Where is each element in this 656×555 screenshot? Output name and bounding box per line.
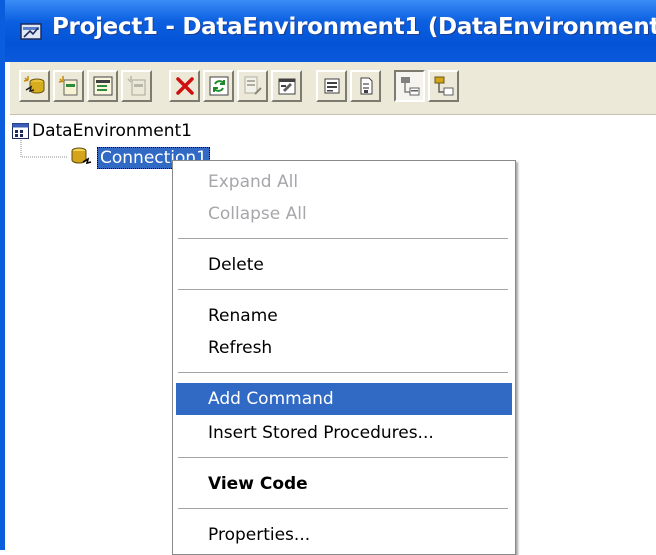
add-command-icon: [58, 76, 77, 96]
menu-item-label: Collapse All: [208, 204, 307, 224]
title-bar[interactable]: Project1 - DataEnvironment1 (DataEnviron…: [5, 0, 656, 62]
window-title: Project1 - DataEnvironment1 (DataEnviron…: [52, 14, 656, 40]
arrange-by-objects-button[interactable]: [428, 70, 459, 102]
insert-stored-procedures-button[interactable]: [87, 70, 118, 102]
design-icon: [244, 76, 262, 95]
add-command-button[interactable]: [53, 70, 84, 102]
menu-separator: [178, 508, 508, 509]
add-child-command-icon: [126, 76, 145, 96]
menu-item-label: Insert Stored Procedures...: [208, 423, 434, 443]
refresh-button[interactable]: [203, 70, 234, 102]
menu-item-properties[interactable]: Properties...: [176, 519, 512, 551]
menu-item-expand-all[interactable]: Expand All: [176, 166, 512, 198]
menu-item-label: Add Command: [208, 389, 334, 409]
menu-item-add-command[interactable]: Add Command: [176, 383, 512, 415]
arrange-connections-icon: [400, 77, 419, 96]
menu-separator: [178, 372, 508, 373]
menu-item-label: Properties...: [208, 525, 311, 545]
properties-button[interactable]: [271, 70, 302, 102]
menu-separator: [178, 457, 508, 458]
context-menu: Expand All Collapse All Delete Rename Re…: [172, 160, 516, 555]
menu-item-label: Rename: [208, 306, 278, 326]
tree-root-label[interactable]: DataEnvironment1: [32, 121, 192, 141]
data-environment-window-icon: [20, 23, 42, 40]
add-child-command-button[interactable]: [121, 70, 152, 102]
menu-item-label: Refresh: [208, 338, 273, 358]
menu-item-label: Expand All: [208, 172, 299, 192]
menu-item-insert-stored-procedures[interactable]: Insert Stored Procedures...: [176, 417, 512, 449]
menu-item-view-code[interactable]: View Code: [176, 468, 512, 500]
delete-button[interactable]: [169, 70, 200, 102]
menu-item-label: View Code: [208, 474, 308, 494]
menu-item-rename[interactable]: Rename: [176, 300, 512, 332]
arrange-objects-icon: [434, 76, 453, 96]
properties-icon: [278, 78, 295, 95]
menu-item-refresh[interactable]: Refresh: [176, 332, 512, 364]
tree-connector-line: [20, 140, 67, 158]
add-connection-icon: [23, 76, 44, 94]
menu-separator: [178, 238, 508, 239]
options-icon: [360, 77, 372, 95]
view-code-icon: [324, 78, 339, 94]
add-connection-button[interactable]: [19, 70, 50, 102]
arrange-by-connections-button[interactable]: [394, 70, 425, 102]
insert-stored-procedures-icon: [93, 76, 112, 96]
menu-item-label: Delete: [208, 255, 264, 275]
refresh-icon: [209, 76, 228, 96]
connection-icon: [71, 147, 92, 165]
design-button[interactable]: [237, 70, 268, 102]
options-button[interactable]: [350, 70, 381, 102]
designer-window: Project1 - DataEnvironment1 (DataEnviron…: [0, 0, 656, 555]
data-environment-icon: [12, 123, 29, 139]
menu-item-delete[interactable]: Delete: [176, 249, 512, 281]
view-code-button[interactable]: [316, 70, 347, 102]
menu-item-collapse-all[interactable]: Collapse All: [176, 198, 512, 230]
delete-x-icon: [175, 77, 194, 95]
toolbar: [10, 62, 656, 115]
menu-separator: [178, 289, 508, 290]
